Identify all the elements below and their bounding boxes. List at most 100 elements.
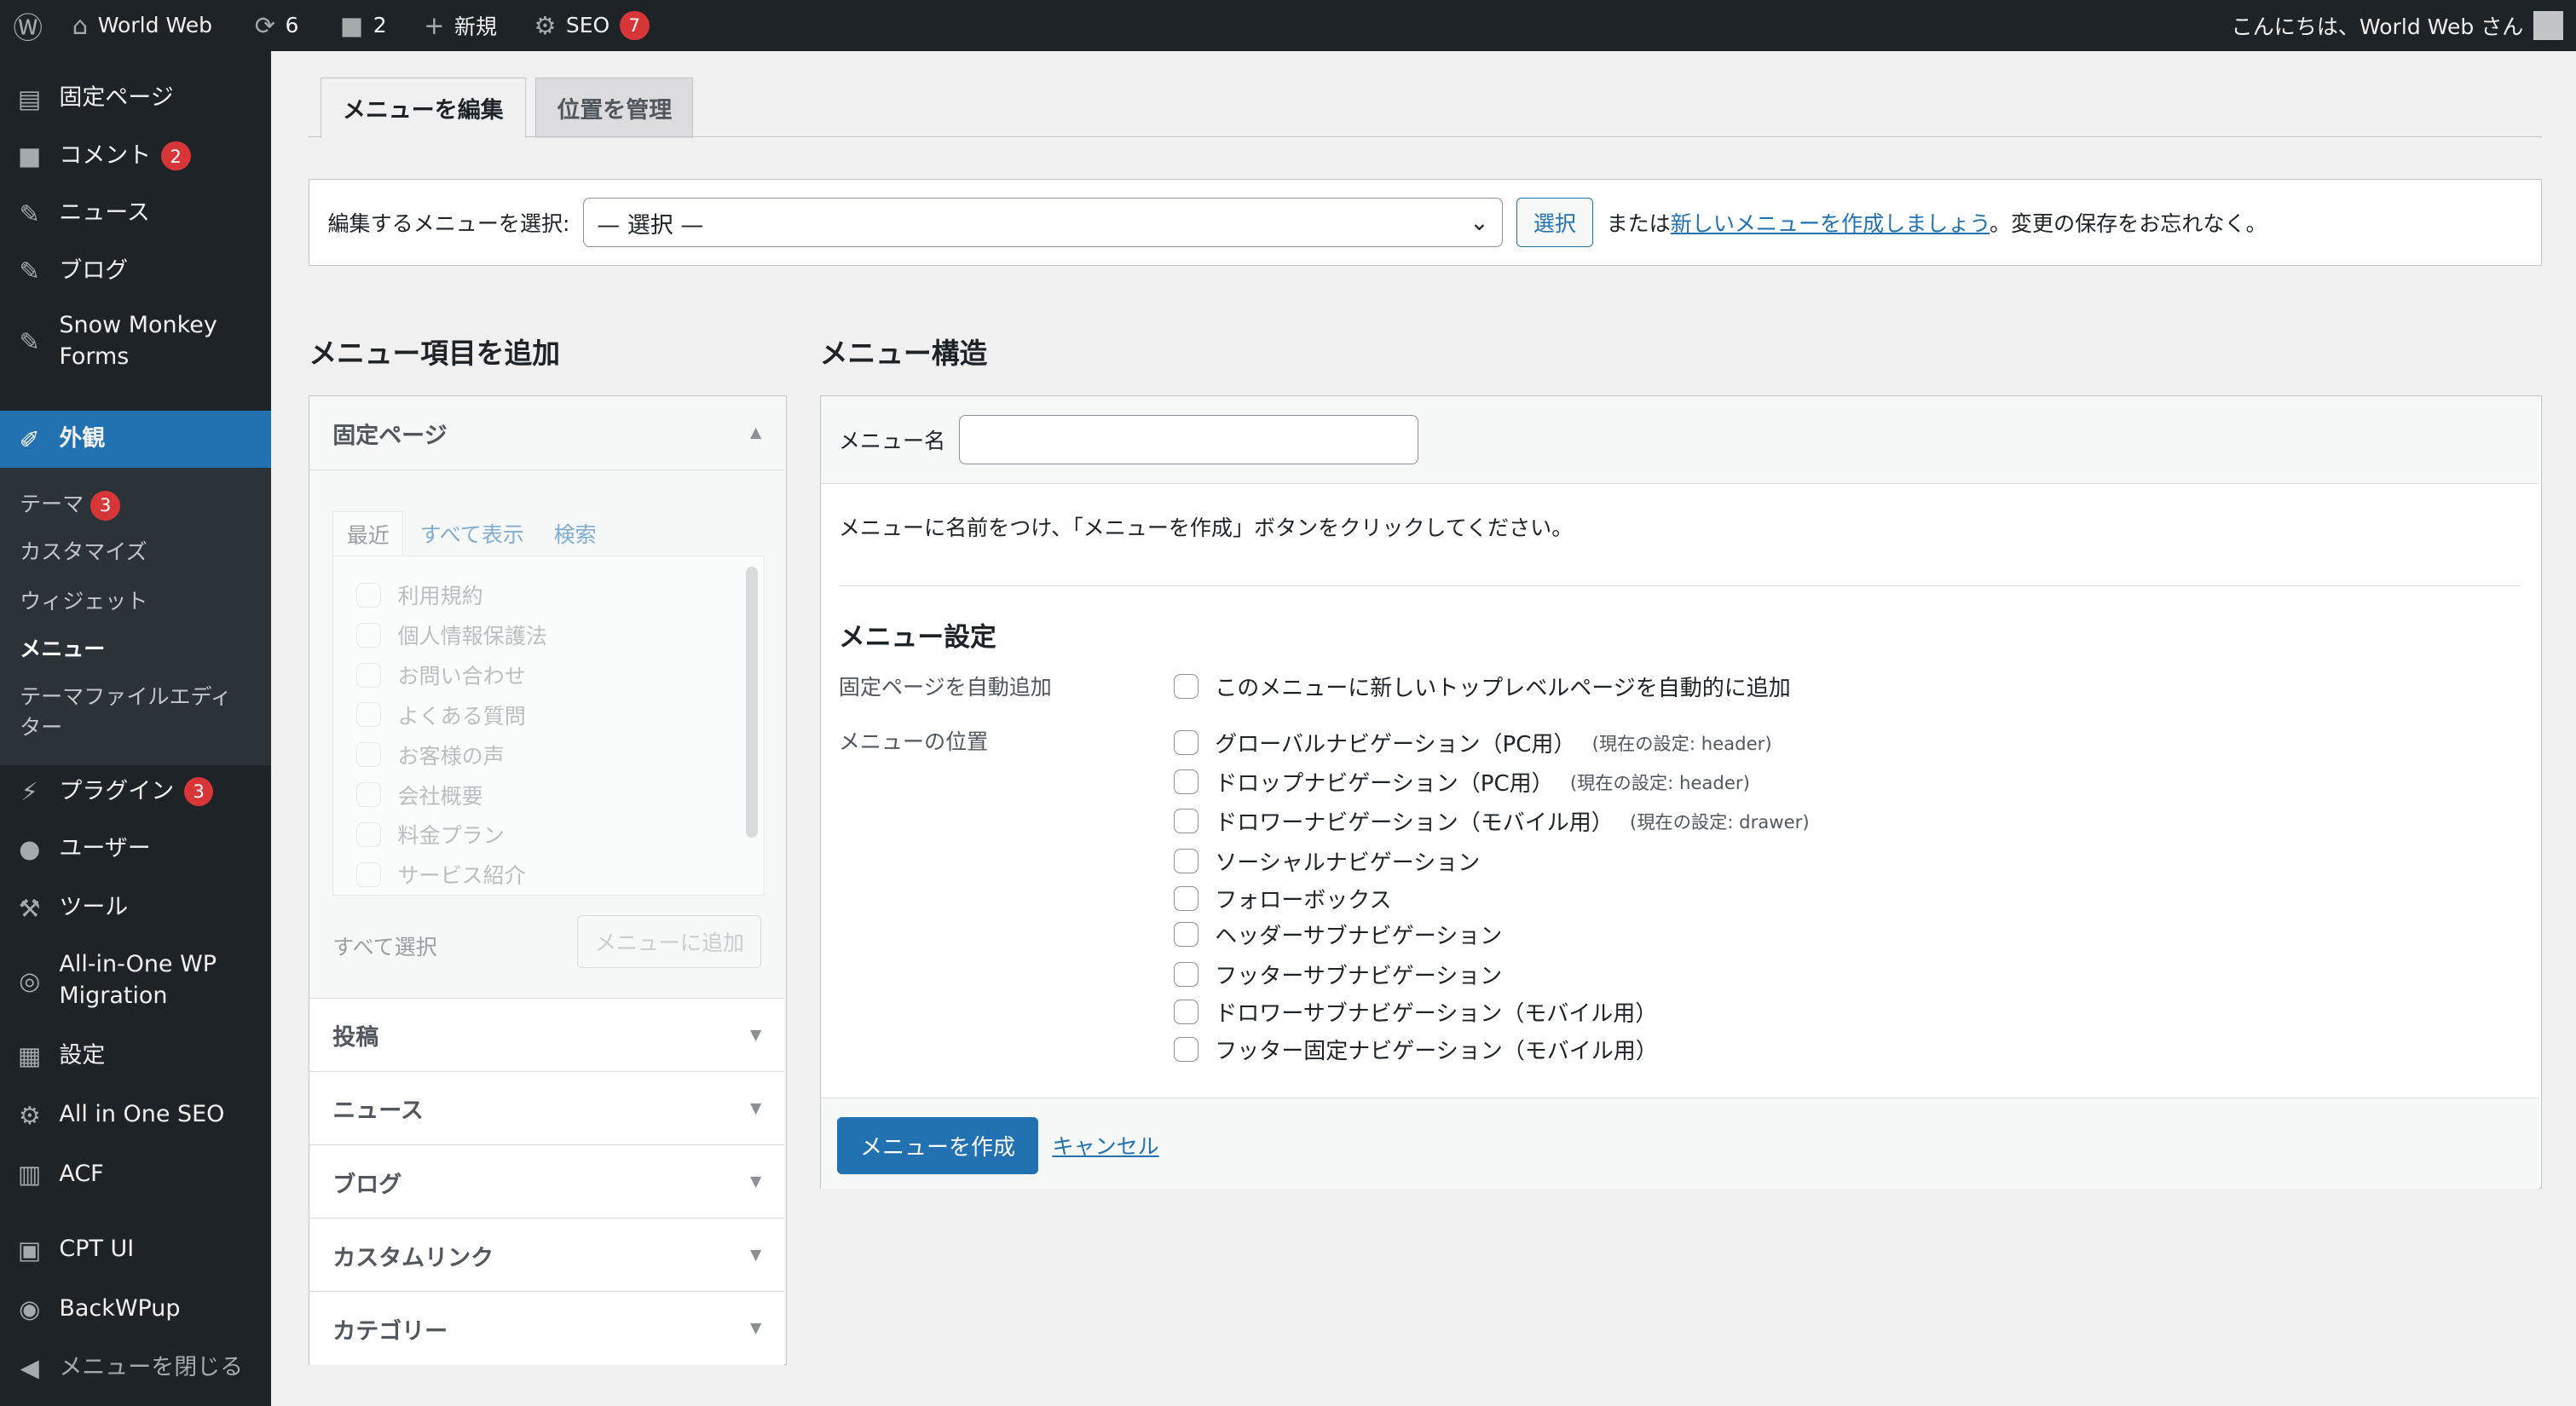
checkbox[interactable] [1174,999,1199,1024]
checkbox[interactable] [356,702,382,728]
checkbox[interactable] [1174,848,1199,873]
menu-settings-heading: メニュー設定 [838,621,996,653]
sidebar-item[interactable]: ▣ CPT UI [0,1222,271,1278]
checkbox[interactable] [356,622,382,648]
checkbox[interactable] [356,861,382,887]
pages-subtabs: 最近 すべて表示 検索 [332,511,609,556]
accordion-section[interactable]: 投稿 ▼ [309,997,785,1072]
seo-icon: ⚙ [534,10,557,40]
submenu-item[interactable]: テーマ 3 [20,489,250,521]
page-checkbox-item[interactable]: サービス紹介 [356,859,526,890]
page-checkbox-item[interactable]: 利用規約 [356,579,483,610]
new-content-link[interactable]: + 新規 [424,0,497,51]
sidebar-item[interactable]: ● ユーザー [0,821,271,878]
checkbox[interactable] [356,821,382,847]
accordion-section[interactable]: カテゴリー ▼ [309,1291,785,1366]
checkbox[interactable] [1174,729,1199,755]
page-checkbox-item[interactable]: 料金プラン [356,819,505,850]
accordion-pages-header[interactable]: 固定ページ ▲ [309,396,785,471]
submenu-item[interactable]: テーマファイルエディター [20,682,250,744]
checkbox[interactable] [1174,885,1199,911]
checkbox[interactable] [1174,809,1199,834]
accordion-section[interactable]: カスタムリンク ▼ [309,1218,785,1292]
menu-location-option[interactable]: フッターサブナビゲーション [1174,959,1502,990]
page-checkbox-item[interactable]: 個人情報保護法 [356,619,547,650]
submenu-item[interactable]: カスタマイズ [20,537,250,568]
comments-link[interactable]: ■ 2 [340,0,387,51]
checkbox[interactable] [356,742,382,768]
sidebar-item[interactable]: ▤ 固定ページ [0,71,271,127]
checkbox[interactable] [1174,769,1199,795]
auto-add-option[interactable]: このメニューに新しいトップレベルページを自動的に追加 [1174,671,1791,702]
scrollbar[interactable] [746,566,758,838]
wrench-icon: ⚒ [18,893,41,923]
page-checkbox-item[interactable]: よくある質問 [356,700,526,730]
sidebar-item[interactable]: ✎ Snow Monkey Forms [0,301,271,383]
checkbox[interactable] [1174,674,1199,700]
arrow-down-icon: ▼ [750,1099,762,1117]
checkbox[interactable] [1174,922,1199,948]
page-icon: ▤ [18,84,42,113]
sidebar-item[interactable]: ▦ 設定 [0,1028,271,1084]
page-checkbox-item[interactable]: 会社概要 [356,780,483,810]
page-checkbox-item[interactable]: お問い合わせ [356,660,526,690]
plus-icon: + [424,10,445,40]
checkbox[interactable] [1174,1037,1199,1063]
checkbox[interactable] [356,662,382,688]
checkbox[interactable] [1174,961,1199,987]
create-menu-button[interactable]: メニューを作成 [836,1116,1038,1175]
submenu-item[interactable]: ウィジェット [20,586,250,618]
add-items-accordion: 固定ページ ▲ 最近 すべて表示 検索 利用規約個人情報保護法 お問い合わせ よくある… [309,395,788,1366]
sidebar-item[interactable]: ⚒ ツール [0,880,271,936]
checkbox[interactable] [356,582,382,608]
menu-location-option[interactable]: フッター固定ナビゲーション（モバイル用） [1174,1034,1658,1065]
page-checkbox-item[interactable]: お客様の声 [356,740,505,770]
count-badge: 3 [183,776,214,807]
subtab-search[interactable]: 検索 [540,511,609,556]
arrow-up-icon: ▲ [750,424,762,442]
select-all-checkbox[interactable]: すべて選択 [332,931,436,961]
user-icon: ● [19,834,41,864]
menu-name-header: メニュー名 [820,396,2539,484]
sidebar-item[interactable]: ⚙ All in One SEO [0,1087,271,1144]
site-name-link[interactable]: ⌂ World Web [72,0,212,51]
subtab-recent[interactable]: 最近 [332,511,404,556]
cancel-link[interactable]: キャンセル [1052,1130,1158,1161]
sidebar-item[interactable]: ✎ ブログ [0,243,271,299]
updates-link[interactable]: ⟳ 6 [255,0,299,51]
accordion-section[interactable]: ニュース ▼ [309,1070,785,1145]
checkbox[interactable] [356,782,382,807]
subtab-view-all[interactable]: すべて表示 [403,511,540,556]
sidebar-item[interactable]: ⚡ プラグイン 3 [0,764,271,820]
plugin-icon: ⚡ [20,776,38,806]
menu-location-option[interactable]: フォローボックス [1174,883,1392,914]
tab-manage-locations[interactable]: 位置を管理 [535,77,694,138]
sidebar-item[interactable]: ■ コメント 2 [0,128,271,184]
menu-location-option[interactable]: ソーシャルナビゲーション [1174,845,1480,877]
seo-link[interactable]: ⚙ SEO 7 [534,0,650,51]
menu-name-input[interactable] [958,415,1419,464]
sidebar-item[interactable]: ✎ ニュース [0,186,271,242]
select-button[interactable]: 選択 [1516,198,1594,248]
divider [838,585,2521,586]
account-menu[interactable]: こんにちは、World Web さん [2232,0,2563,51]
submenu-item[interactable]: メニュー [20,634,250,666]
seo-icon: ⚙ [18,1100,41,1130]
tab-edit-menus[interactable]: メニューを編集 [320,77,526,138]
menu-location-option[interactable]: ドロワーサブナビゲーション（モバイル用） [1174,996,1657,1028]
wordpress-logo-icon[interactable]: Ⓦ [13,0,43,51]
sidebar-item[interactable]: ✐ 外観 [0,410,271,469]
menu-location-option[interactable]: ドロップナビゲーション（PC用） (現在の設定: header) [1174,766,1750,798]
sidebar-item[interactable]: ◉ BackWPup [0,1281,271,1337]
sidebar-item[interactable]: ◎ All-in-One WP Migration [0,939,271,1021]
menu-location-option[interactable]: グローバルナビゲーション（PC用） (現在の設定: header) [1174,727,1772,758]
add-to-menu-button[interactable]: メニューに追加 [577,915,762,968]
menu-select[interactable]: — 選択 — ⌄ [582,198,1504,248]
menu-location-option[interactable]: ヘッダーサブナビゲーション [1174,919,1502,950]
accordion-section[interactable]: ブログ ▼ [309,1144,785,1219]
sidebar-item[interactable]: ◀ メニューを閉じる [0,1340,271,1397]
menu-structure-heading: メニュー構造 [819,337,988,371]
menu-location-option[interactable]: ドロワーナビゲーション（モバイル用） (現在の設定: drawer) [1174,805,1810,837]
sidebar-item[interactable]: ▥ ACF [0,1146,271,1202]
create-new-menu-link[interactable]: 新しいメニューを作成しましょう [1671,211,1990,236]
